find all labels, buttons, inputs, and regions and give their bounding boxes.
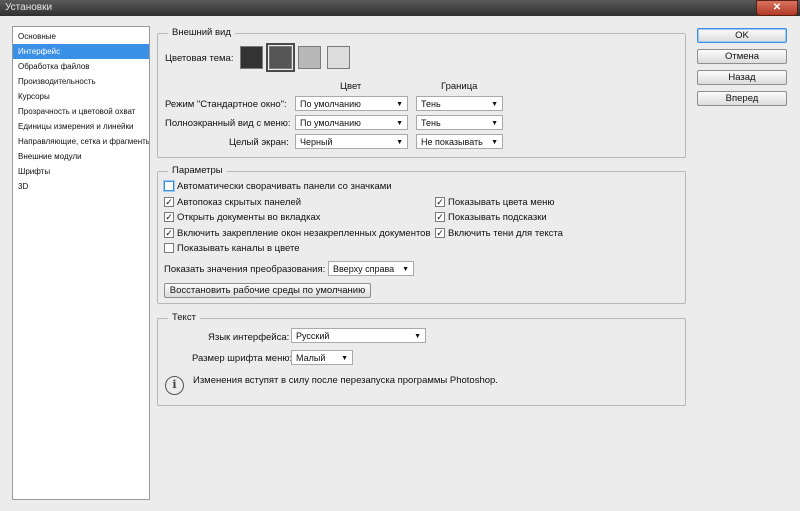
select-value: Русский [296,331,330,341]
dropdown-arrow-icon: ▼ [402,266,409,273]
select-value: По умолчанию [300,118,361,128]
column-header-color: Цвет [340,81,362,92]
ui-language-select[interactable]: Русский ▼ [291,328,426,343]
text-drop-shadows-checkbox[interactable]: ✓ [435,228,445,238]
theme-swatch-dark[interactable] [266,43,295,72]
ui-language-label: Язык интерфейса: [208,332,290,343]
ok-button[interactable]: OK [697,28,787,43]
standard-mode-color-select[interactable]: По умолчанию ▼ [295,96,408,111]
select-value: Малый [296,353,326,363]
select-value: По умолчанию [300,99,361,109]
forward-button[interactable]: Вперед [697,91,787,106]
dropdown-arrow-icon: ▼ [491,101,498,108]
dropdown-arrow-icon: ▼ [396,120,403,127]
show-tooltips-checkbox[interactable]: ✓ [435,212,445,222]
close-button[interactable]: ✕ [756,0,798,16]
sidebar-item-type[interactable]: Шрифты [13,164,149,179]
standard-mode-border-select[interactable]: Тень ▼ [416,96,503,111]
select-value: Черный [300,137,333,147]
theme-swatch-darkest[interactable] [240,46,263,69]
info-icon: i [165,376,184,395]
floating-docking-checkbox[interactable]: ✓ [164,228,174,238]
auto-collapse-label: Автоматически сворачивать панели со знач… [177,181,392,192]
fullscreen-menu-label: Полноэкранный вид с меню: [165,118,291,129]
restart-notice: Изменения вступят в силу после перезапус… [193,375,498,386]
show-channels-color-label: Показывать каналы в цвете [177,243,300,254]
fullscreen-label: Целый экран: [229,137,289,148]
restore-workspaces-button[interactable]: Восстановить рабочие среды по умолчанию [164,283,371,298]
show-tooltips-label: Показывать подсказки [448,212,547,223]
dropdown-arrow-icon: ▼ [414,333,421,340]
dropdown-arrow-icon: ▼ [396,101,403,108]
sidebar-item-3d[interactable]: 3D [13,179,149,194]
fullscreen-color-select[interactable]: Черный ▼ [295,134,408,149]
title-bar: Установки ✕ [0,0,800,16]
menu-font-size-select[interactable]: Малый ▼ [291,350,353,365]
auto-show-hidden-panels-checkbox[interactable]: ✓ [164,197,174,207]
dropdown-arrow-icon: ▼ [491,120,498,127]
show-menu-colors-label: Показывать цвета меню [448,197,555,208]
text-legend: Текст [168,312,200,323]
category-list: Основные Интерфейс Обработка файлов Прои… [12,26,150,500]
standard-mode-label: Режим "Стандартное окно": [165,99,287,110]
dropdown-arrow-icon: ▼ [396,139,403,146]
transform-values-select[interactable]: Вверху справа ▼ [328,261,414,276]
dropdown-arrow-icon: ▼ [341,355,348,362]
sidebar-item-units[interactable]: Единицы измерения и линейки [13,119,149,134]
sidebar-item-cursors[interactable]: Курсоры [13,89,149,104]
sidebar-item-guides[interactable]: Направляющие, сетка и фрагменты [13,134,149,149]
fullscreen-menu-border-select[interactable]: Тень ▼ [416,115,503,130]
close-icon: ✕ [772,2,782,13]
sidebar-item-transparency[interactable]: Прозрачность и цветовой охват [13,104,149,119]
sidebar-item-performance[interactable]: Производительность [13,74,149,89]
show-menu-colors-checkbox[interactable]: ✓ [435,197,445,207]
preferences-dialog: Установки ✕ Основные Интерфейс Обработка… [0,0,800,511]
cancel-button[interactable]: Отмена [697,49,787,64]
sidebar-item-file-handling[interactable]: Обработка файлов [13,59,149,74]
transform-values-label: Показать значения преобразования: [164,264,326,275]
select-value: Тень [421,99,441,109]
select-value: Не показывать [421,137,483,147]
select-value: Тень [421,118,441,128]
sidebar-item-interface[interactable]: Интерфейс [13,44,149,59]
theme-swatch-lightest[interactable] [327,46,350,69]
show-channels-color-checkbox[interactable] [164,243,174,253]
dropdown-arrow-icon: ▼ [491,139,498,146]
appearance-legend: Внешний вид [168,27,235,38]
theme-swatch-light[interactable] [298,46,321,69]
open-docs-tabs-label: Открыть документы во вкладках [177,212,321,223]
auto-collapse-checkbox[interactable] [164,181,174,191]
column-header-border: Граница [441,81,478,92]
fullscreen-border-select[interactable]: Не показывать ▼ [416,134,503,149]
window-title: Установки [5,2,53,13]
open-docs-tabs-checkbox[interactable]: ✓ [164,212,174,222]
text-drop-shadows-label: Включить тени для текста [448,228,563,239]
auto-show-hidden-panels-label: Автопоказ скрытых панелей [177,197,302,208]
theme-label: Цветовая тема: [165,53,234,64]
sidebar-item-general[interactable]: Основные [13,29,149,44]
select-value: Вверху справа [333,264,395,274]
parameters-legend: Параметры [168,165,227,176]
sidebar-item-plugins[interactable]: Внешние модули [13,149,149,164]
menu-font-size-label: Размер шрифта меню: [192,353,293,364]
fullscreen-menu-color-select[interactable]: По умолчанию ▼ [295,115,408,130]
back-button[interactable]: Назад [697,70,787,85]
floating-docking-label: Включить закрепление окон незакрепленных… [177,228,431,239]
